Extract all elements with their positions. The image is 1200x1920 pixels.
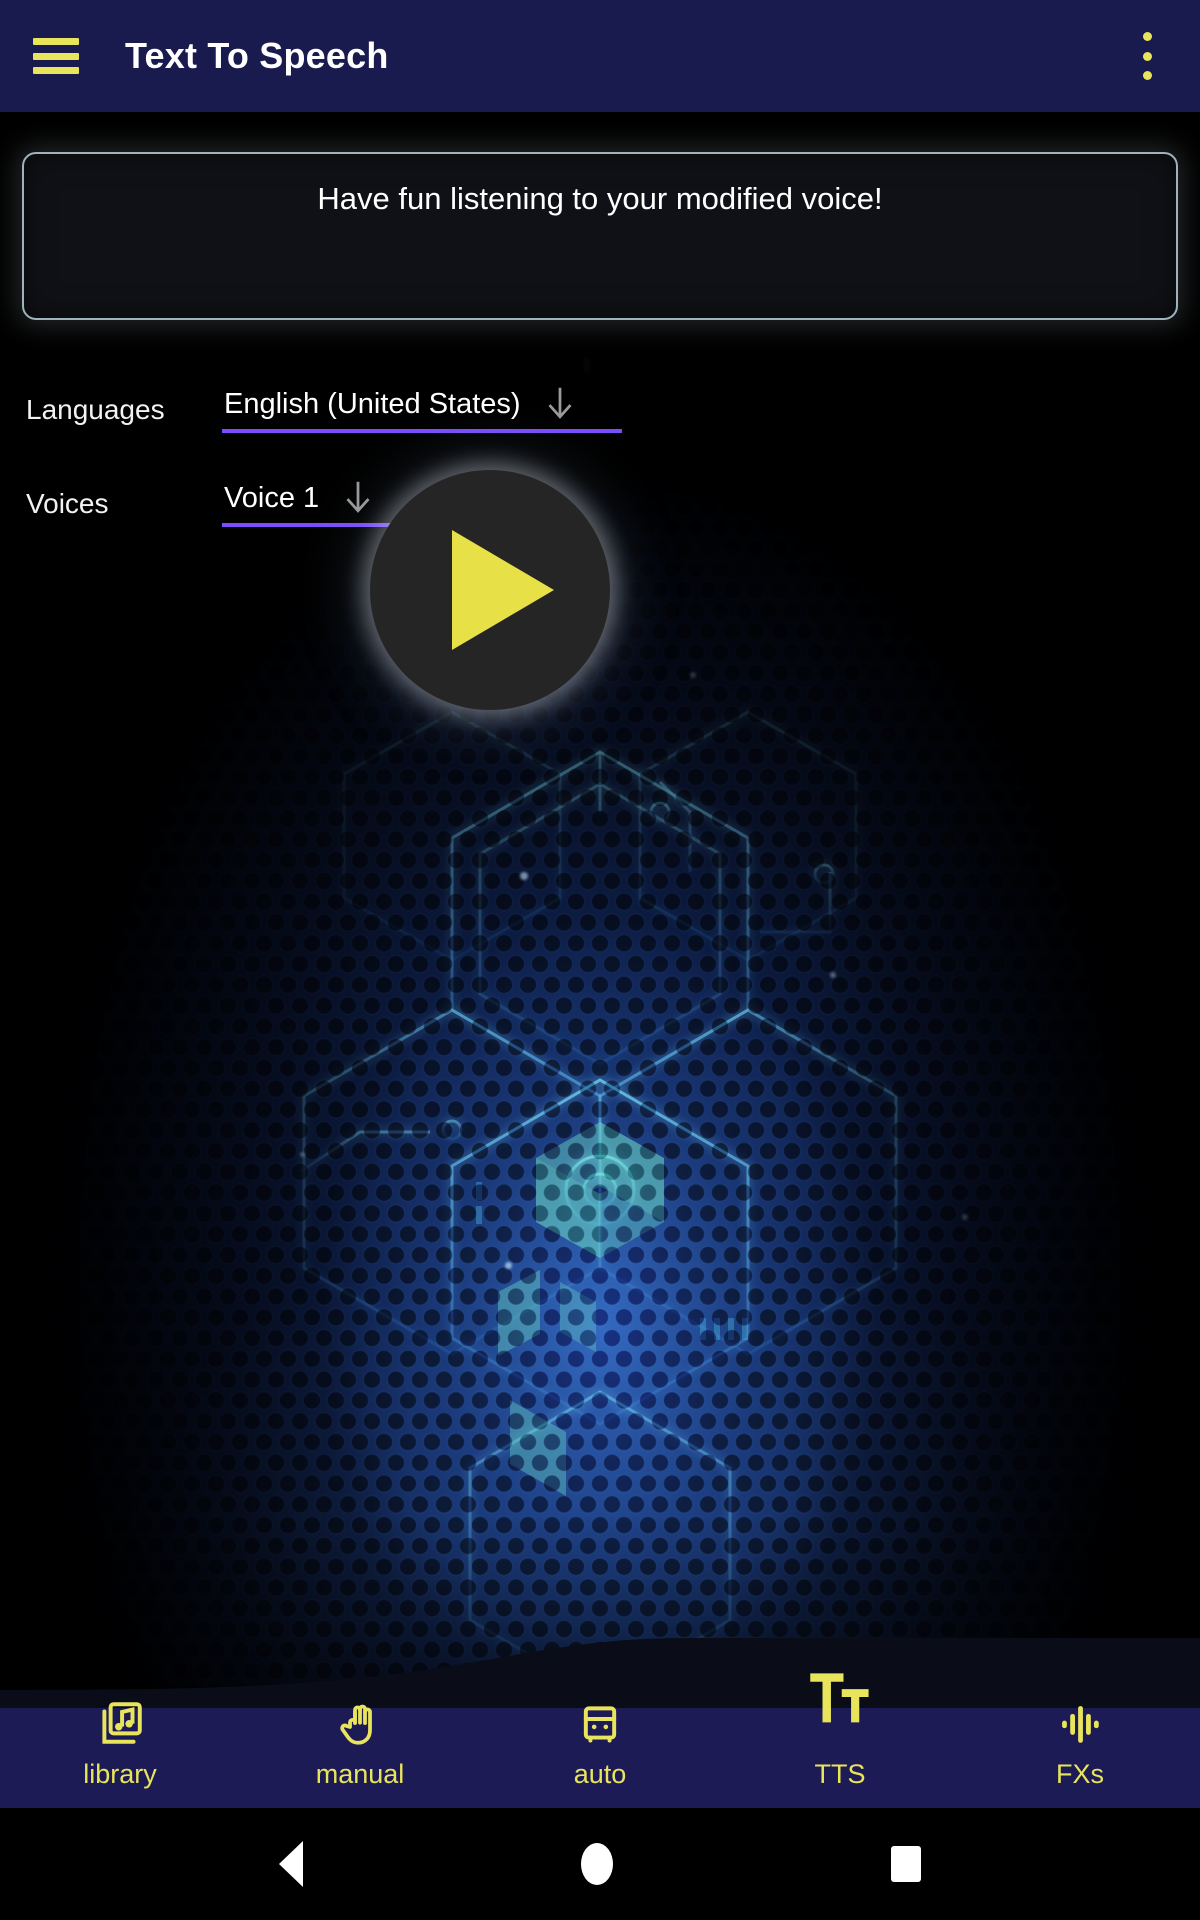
system-navigation-bar (0, 1808, 1200, 1920)
nav-label-auto: auto (573, 1759, 627, 1789)
hamburger-bar (33, 67, 79, 74)
library-music-icon (92, 1696, 148, 1752)
voices-selected-value: Voice 1 (224, 481, 320, 514)
audio-waveform-icon (1052, 1696, 1108, 1752)
page-title: Text To Speech (125, 35, 389, 76)
hand-icon (332, 1696, 388, 1752)
nav-item-auto[interactable]: auto (480, 1706, 720, 1808)
overflow-dot (1142, 32, 1152, 41)
nav-label-library: library (83, 1759, 157, 1789)
background-vignette (0, 112, 1200, 1708)
nav-item-manual[interactable]: manual (240, 1704, 480, 1808)
tts-text-input-value[interactable]: Have fun listening to your modified voic… (52, 180, 1148, 219)
more-vertical-icon[interactable] (1130, 32, 1164, 80)
nav-label-manual: manual (315, 1759, 405, 1789)
hamburger-bar (33, 38, 79, 45)
app-screen: Text To Speech Have fun listening to you… (0, 0, 1200, 1920)
nav-label-fxs: FXs (1055, 1759, 1104, 1789)
app-bar: Text To Speech (0, 0, 1200, 112)
languages-spinner[interactable]: English (United States) (222, 387, 622, 433)
nav-label-tts: TTS (814, 1759, 866, 1789)
bottom-navigation-bar: library manual auto TTS FXs (0, 1673, 1200, 1808)
recents-square-icon[interactable] (891, 1846, 921, 1882)
languages-label: Languages (26, 394, 165, 425)
car-icon (572, 1696, 628, 1752)
voices-row: Voices Voice 1 (0, 472, 1200, 536)
overflow-dot (1142, 71, 1152, 80)
tts-text-input[interactable]: Have fun listening to your modified voic… (22, 152, 1178, 320)
hamburger-menu-icon[interactable] (33, 38, 79, 74)
arrow-down-icon (548, 387, 572, 419)
back-triangle-icon[interactable] (279, 1841, 303, 1887)
nav-item-tts[interactable]: TTS (720, 1673, 960, 1808)
overflow-dot (1142, 51, 1152, 61)
languages-selected-value: English (United States) (224, 387, 521, 420)
nav-item-library[interactable]: library (0, 1702, 240, 1808)
format-text-size-icon (803, 1662, 877, 1736)
nav-item-fxs[interactable]: FXs (960, 1706, 1200, 1808)
play-button[interactable] (370, 470, 610, 710)
play-triangle-icon (452, 530, 554, 650)
languages-row: Languages English (United States) (0, 378, 1200, 442)
hamburger-bar (33, 52, 79, 60)
background-artwork (0, 112, 1200, 1708)
voices-label: Voices (26, 488, 109, 519)
home-circle-icon[interactable] (581, 1843, 613, 1885)
arrow-down-icon (346, 481, 370, 513)
